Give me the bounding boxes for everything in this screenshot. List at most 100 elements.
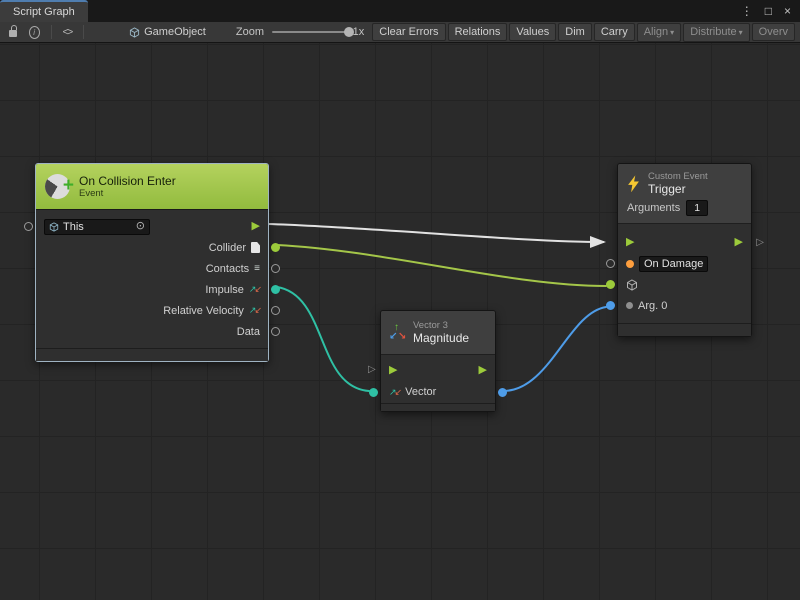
flow-output-port[interactable]: ▶: [735, 237, 743, 248]
flow-row: ▶ ▶ ▷: [618, 232, 751, 253]
zoom-value: 1x: [353, 26, 365, 38]
node-body: This ⊙ ▶ Collider Contacts ≡ Impulse: [36, 210, 268, 361]
toolbar-separator: [83, 25, 84, 39]
tab-label: Script Graph: [13, 6, 75, 18]
list-icon: ≡: [254, 264, 260, 274]
node-title: Trigger: [648, 182, 708, 196]
tab-script-graph[interactable]: Script Graph: [0, 0, 88, 22]
event-name-field[interactable]: On Damage: [639, 256, 708, 272]
output-row-impulse: Impulse ↗↙: [36, 279, 268, 300]
port-label: Vector: [405, 386, 436, 398]
target-row: [618, 274, 751, 295]
target-input-port[interactable]: [606, 280, 615, 289]
node-footer: [381, 403, 495, 411]
contacts-output-port[interactable]: [271, 264, 280, 273]
port-label: Relative Velocity: [163, 305, 244, 317]
relative-velocity-output-port[interactable]: [271, 306, 280, 315]
flow-input-port[interactable]: ▶: [389, 365, 397, 376]
info-icon[interactable]: i: [29, 26, 40, 39]
port-label: Arg. 0: [638, 300, 667, 312]
vector-input-port[interactable]: [369, 388, 378, 397]
event-name-row: On Damage: [618, 253, 751, 274]
string-port-icon: [626, 260, 634, 268]
node-trigger-custom-event[interactable]: Custom Event Trigger Arguments 1 ▶ ▶ ▷: [617, 163, 752, 337]
graph-canvas[interactable]: + On Collision Enter Event This ⊙: [0, 43, 800, 600]
vector-input-row: ↗↙ Vector: [381, 381, 495, 403]
object-picker-icon[interactable]: ⊙: [136, 221, 145, 232]
node-on-collision-enter[interactable]: + On Collision Enter Event This ⊙: [35, 163, 269, 362]
wire-flow[interactable]: [268, 224, 604, 242]
argument-row: Arg. 0: [618, 295, 751, 316]
clear-errors-button[interactable]: Clear Errors: [372, 23, 445, 41]
vector3-icon: ↗↙: [249, 306, 260, 315]
unity-window: Script Graph ⋮ □ × i <> GameObject Zoom …: [0, 0, 800, 600]
node-header: ↑ ↙ ↘ Vector 3 Magnitude: [381, 311, 495, 355]
arg0-input-port[interactable]: [606, 301, 615, 310]
event-name-input-port[interactable]: [606, 259, 615, 268]
tab-bar: Script Graph ⋮ □ ×: [0, 0, 800, 22]
chevron-down-icon: ▾: [670, 28, 674, 37]
data-output-port[interactable]: [271, 327, 280, 336]
cube-icon: [129, 27, 140, 38]
zoom-slider[interactable]: [272, 31, 346, 33]
collider-output-port[interactable]: [271, 243, 280, 252]
maximize-icon[interactable]: □: [765, 5, 772, 17]
gameobject-breadcrumb[interactable]: GameObject: [129, 26, 206, 38]
port-label: Data: [237, 326, 260, 338]
lightning-icon: [626, 175, 641, 192]
graph-toolbar: i <> GameObject Zoom 1x Clear Errors Rel…: [0, 22, 800, 43]
output-row-contacts: Contacts ≡: [36, 258, 268, 279]
flow-input-port[interactable]: ▶: [626, 237, 634, 248]
port-label: Collider: [209, 242, 246, 254]
flow-output-connector[interactable]: ▷: [756, 238, 764, 248]
target-object-field[interactable]: This ⊙: [44, 219, 150, 235]
output-row-collider: Collider: [36, 237, 268, 258]
node-header: Custom Event Trigger Arguments 1: [618, 164, 751, 224]
overview-dropdown[interactable]: Overv: [752, 23, 795, 41]
arguments-count-field[interactable]: 1: [686, 200, 708, 216]
output-row-relative-velocity: Relative Velocity ↗↙: [36, 300, 268, 321]
close-icon[interactable]: ×: [784, 5, 791, 17]
flow-output-port[interactable]: ▶: [252, 221, 260, 232]
wire-magnitude[interactable]: [503, 307, 606, 391]
menu-icon[interactable]: ⋮: [741, 5, 753, 17]
generic-port-icon: [626, 302, 633, 309]
event-node-header: + On Collision Enter Event: [36, 164, 268, 210]
zoom-label: Zoom: [236, 26, 264, 38]
node-type-label: Vector 3: [413, 320, 469, 331]
impulse-output-port[interactable]: [271, 285, 280, 294]
toolbar-separator: [51, 25, 52, 39]
arguments-row: Arguments 1: [626, 200, 743, 216]
node-body: ▶ ▶ ▷ On Damage: [618, 224, 751, 336]
collider-icon: [251, 242, 260, 253]
carry-button[interactable]: Carry: [594, 23, 635, 41]
node-vector3-magnitude[interactable]: ↑ ↙ ↘ Vector 3 Magnitude ▷ ▶ ▶ ↗↙: [380, 310, 496, 412]
align-dropdown[interactable]: Align▾: [637, 23, 681, 42]
dim-button[interactable]: Dim: [558, 23, 592, 41]
relations-button[interactable]: Relations: [448, 23, 508, 41]
target-value: This: [63, 221, 132, 233]
target-input-port[interactable]: [24, 222, 33, 231]
node-footer: [36, 348, 268, 361]
cube-icon: [626, 279, 638, 291]
vector3-icon: ↗↙: [249, 285, 260, 294]
result-output-port[interactable]: [498, 388, 507, 397]
wire-collider[interactable]: [277, 245, 606, 286]
node-body: ▷ ▶ ▶ ↗↙ Vector: [381, 355, 495, 411]
wire-impulse[interactable]: [277, 287, 369, 391]
collision-event-icon: +: [45, 174, 70, 199]
code-view-icon[interactable]: <>: [63, 27, 73, 38]
gameobject-label: GameObject: [144, 26, 206, 38]
values-button[interactable]: Values: [509, 23, 556, 41]
node-title: On Collision Enter: [79, 174, 176, 188]
cube-icon: [49, 222, 59, 232]
vector3-icon: ↗↙: [389, 388, 400, 397]
port-label: Contacts: [206, 263, 249, 275]
flow-input-connector[interactable]: ▷: [368, 365, 376, 375]
target-row: This ⊙ ▶: [36, 216, 268, 237]
zoom-slider-handle[interactable]: [344, 27, 354, 37]
flow-output-port[interactable]: ▶: [479, 365, 487, 376]
lock-icon[interactable]: [9, 30, 17, 37]
node-type-label: Custom Event: [648, 171, 708, 182]
distribute-dropdown[interactable]: Distribute▾: [683, 23, 749, 42]
